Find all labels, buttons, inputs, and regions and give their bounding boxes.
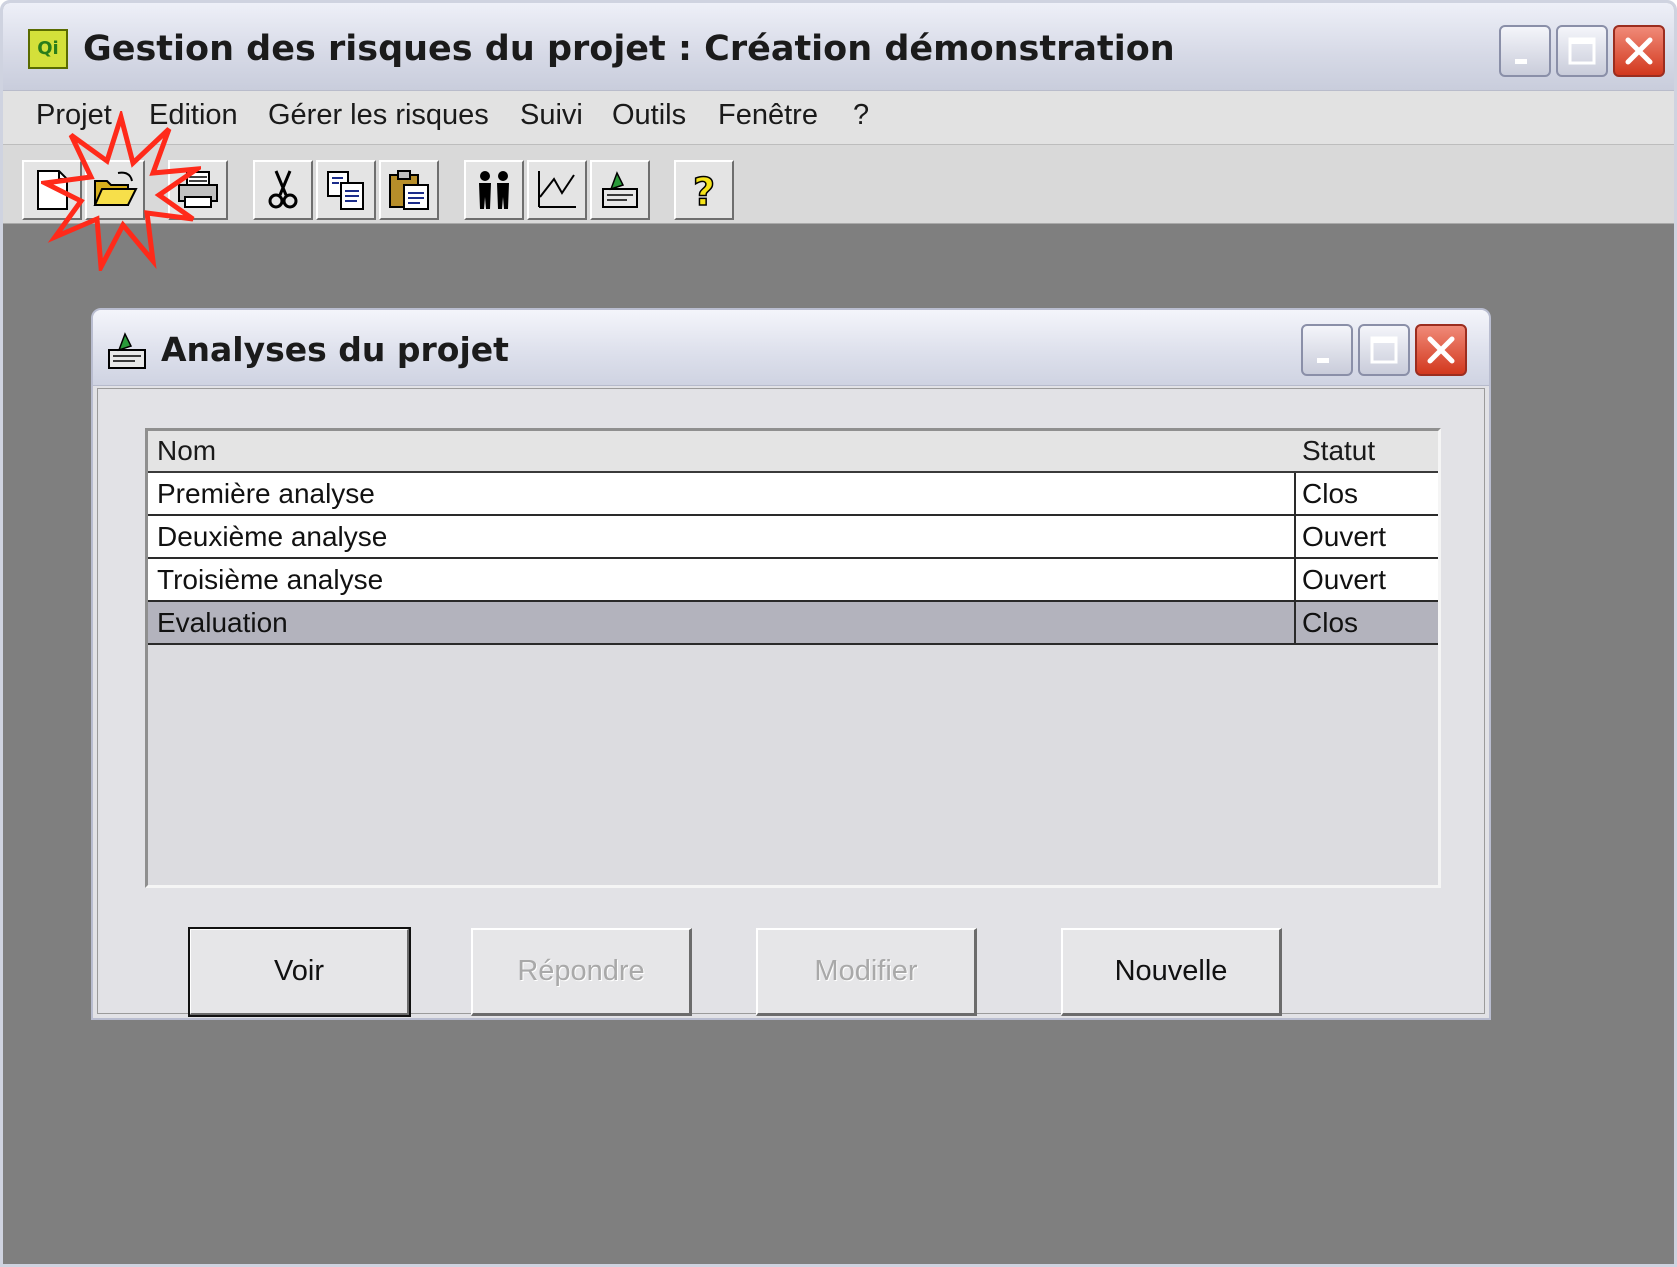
list-row[interactable]: Première analyse Clos xyxy=(148,473,1438,516)
analyses-button[interactable] xyxy=(590,160,650,220)
child-close-button[interactable] xyxy=(1415,324,1467,376)
close-icon xyxy=(1625,37,1653,65)
voir-button[interactable]: Voir xyxy=(188,927,411,1017)
copy-icon xyxy=(327,171,364,210)
cut-icon xyxy=(268,170,298,209)
menu-suivi[interactable]: Suivi xyxy=(520,99,583,132)
list-row[interactable]: Deuxième analyse Ouvert xyxy=(148,516,1438,559)
analyses-window-title: Analyses du projet xyxy=(161,330,509,369)
chart-icon xyxy=(538,171,576,208)
main-window-title: Gestion des risques du projet : Création… xyxy=(83,29,1175,69)
maximize-button[interactable] xyxy=(1556,25,1608,77)
analyses-list[interactable]: Nom Statut Première analyse Clos Deuxièm… xyxy=(145,428,1441,888)
chart-button[interactable] xyxy=(527,160,587,220)
row-nom: Deuxième analyse xyxy=(157,521,388,552)
paste-button[interactable] xyxy=(379,160,439,220)
highlight-starburst-icon xyxy=(41,111,201,271)
toolbar: ? xyxy=(3,145,1674,224)
help-icon: ? xyxy=(692,169,716,213)
column-divider xyxy=(1294,602,1296,643)
column-header-nom[interactable]: Nom xyxy=(157,435,216,467)
menu-fenetre[interactable]: Fenêtre xyxy=(718,99,818,132)
row-statut: Clos xyxy=(1302,607,1359,638)
svg-text:?: ? xyxy=(693,170,715,213)
modifier-button[interactable]: Modifier xyxy=(756,928,977,1016)
analyses-window: Analyses du projet Nom Statut Première a… xyxy=(91,308,1491,1020)
row-statut: Ouvert xyxy=(1302,521,1387,552)
close-button[interactable] xyxy=(1613,25,1665,77)
menu-help[interactable]: ? xyxy=(853,99,869,132)
list-row-selected[interactable]: Evaluation Clos xyxy=(148,602,1438,645)
paste-icon xyxy=(389,170,429,210)
maximize-icon xyxy=(1568,37,1596,65)
analyses-icon xyxy=(108,332,146,369)
main-window: Qi Gestion des risques du projet : Créat… xyxy=(0,0,1677,1267)
analyses-title-bar[interactable]: Analyses du projet xyxy=(93,310,1489,386)
main-title-bar[interactable]: Qi Gestion des risques du projet : Créat… xyxy=(3,3,1674,91)
people-icon xyxy=(479,171,509,209)
minimize-button[interactable] xyxy=(1499,25,1551,77)
column-divider xyxy=(1294,473,1296,514)
repondre-button[interactable]: Répondre xyxy=(471,928,692,1016)
list-row[interactable]: Troisième analyse Ouvert xyxy=(148,559,1438,602)
close-icon xyxy=(1427,336,1455,364)
menu-gerer-les-risques[interactable]: Gérer les risques xyxy=(268,99,489,132)
help-button[interactable]: ? xyxy=(674,160,734,220)
analyses-icon xyxy=(602,171,638,208)
menu-bar: Projet Edition Gérer les risques Suivi O… xyxy=(3,91,1674,145)
app-logo-icon: Qi xyxy=(28,29,68,69)
nouvelle-button[interactable]: Nouvelle xyxy=(1061,928,1282,1016)
row-nom: Troisième analyse xyxy=(157,564,384,595)
row-nom: Evaluation xyxy=(157,607,288,638)
minimize-icon xyxy=(1317,358,1329,363)
cut-button[interactable] xyxy=(253,160,313,220)
row-statut: Clos xyxy=(1302,478,1359,509)
menu-outils[interactable]: Outils xyxy=(612,99,686,132)
column-header-statut[interactable]: Statut xyxy=(1302,435,1375,467)
child-minimize-button[interactable] xyxy=(1301,324,1353,376)
child-maximize-button[interactable] xyxy=(1358,324,1410,376)
column-divider xyxy=(1294,516,1296,557)
copy-button[interactable] xyxy=(316,160,376,220)
column-divider xyxy=(1294,559,1296,600)
row-statut: Ouvert xyxy=(1302,564,1387,595)
maximize-icon xyxy=(1370,336,1398,364)
minimize-icon xyxy=(1515,59,1527,64)
row-nom: Première analyse xyxy=(157,478,375,509)
people-button[interactable] xyxy=(464,160,524,220)
list-header: Nom Statut xyxy=(148,431,1438,473)
